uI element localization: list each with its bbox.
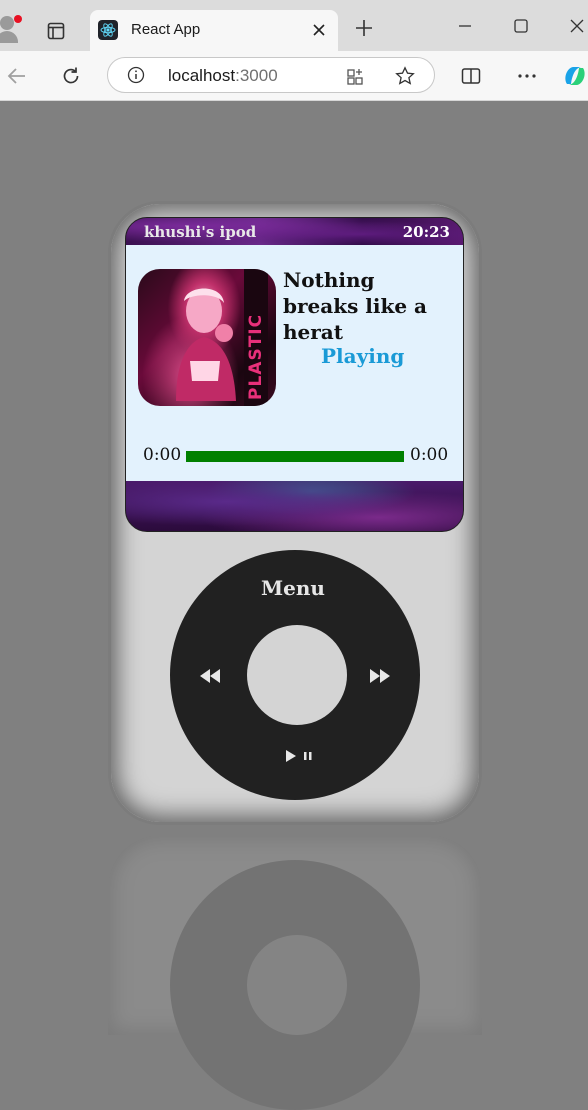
screen-wallpaper-bottom bbox=[126, 481, 463, 531]
url-field[interactable]: localhost:3000 bbox=[107, 57, 435, 93]
maximize-icon[interactable] bbox=[506, 12, 536, 40]
ipod-screen: khushi's ipod 20:23 PLASTIC HEARTS Nothi… bbox=[125, 217, 464, 532]
album-art: PLASTIC HEARTS bbox=[138, 269, 276, 406]
tab-title: React App bbox=[131, 21, 201, 38]
total-time: 0:00 bbox=[410, 445, 449, 465]
fast-forward-icon[interactable] bbox=[368, 666, 392, 686]
song-title: Nothing breaks like a herat bbox=[283, 268, 427, 344]
ipod-owner-label: khushi's ipod bbox=[144, 223, 257, 241]
menu-button[interactable]: Menu bbox=[170, 576, 416, 600]
current-time: 0:00 bbox=[143, 445, 182, 465]
ipod-reflection bbox=[108, 835, 482, 1110]
progress-fill bbox=[186, 451, 404, 462]
profile-icon[interactable] bbox=[0, 15, 24, 44]
url-port: :3000 bbox=[235, 66, 278, 85]
split-screen-icon[interactable] bbox=[456, 62, 486, 90]
play-pause-icon[interactable] bbox=[282, 748, 316, 764]
now-playing-panel: PLASTIC HEARTS Nothing breaks like a her… bbox=[126, 245, 463, 481]
refresh-icon[interactable] bbox=[56, 62, 86, 90]
browser-tab-bar: React App bbox=[0, 0, 588, 51]
playback-status: Playing bbox=[321, 344, 405, 368]
site-info-icon[interactable] bbox=[126, 65, 146, 85]
close-window-icon[interactable] bbox=[562, 12, 588, 40]
url-host: localhost bbox=[168, 66, 236, 85]
center-select-button[interactable] bbox=[247, 625, 347, 725]
tab-actions-icon[interactable] bbox=[40, 15, 72, 47]
rewind-icon[interactable] bbox=[198, 666, 222, 686]
back-arrow-icon[interactable] bbox=[2, 62, 32, 90]
ipod-clock: 20:23 bbox=[402, 223, 450, 241]
react-logo-icon bbox=[98, 20, 118, 40]
album-art-figure bbox=[176, 288, 236, 401]
copilot-icon[interactable] bbox=[560, 62, 588, 90]
progress-bar[interactable] bbox=[186, 451, 404, 462]
url-text: localhost:3000 bbox=[168, 66, 278, 86]
more-options-icon[interactable] bbox=[512, 62, 542, 90]
minimize-icon[interactable] bbox=[450, 12, 480, 40]
app-install-icon[interactable] bbox=[345, 65, 367, 87]
tab-react-app[interactable]: React App bbox=[90, 10, 338, 51]
close-tab-icon[interactable] bbox=[308, 19, 330, 41]
new-tab-button[interactable] bbox=[350, 14, 378, 42]
address-bar: localhost:3000 bbox=[0, 51, 588, 101]
favorite-star-icon[interactable] bbox=[394, 65, 416, 87]
click-wheel[interactable]: Menu bbox=[170, 550, 420, 800]
